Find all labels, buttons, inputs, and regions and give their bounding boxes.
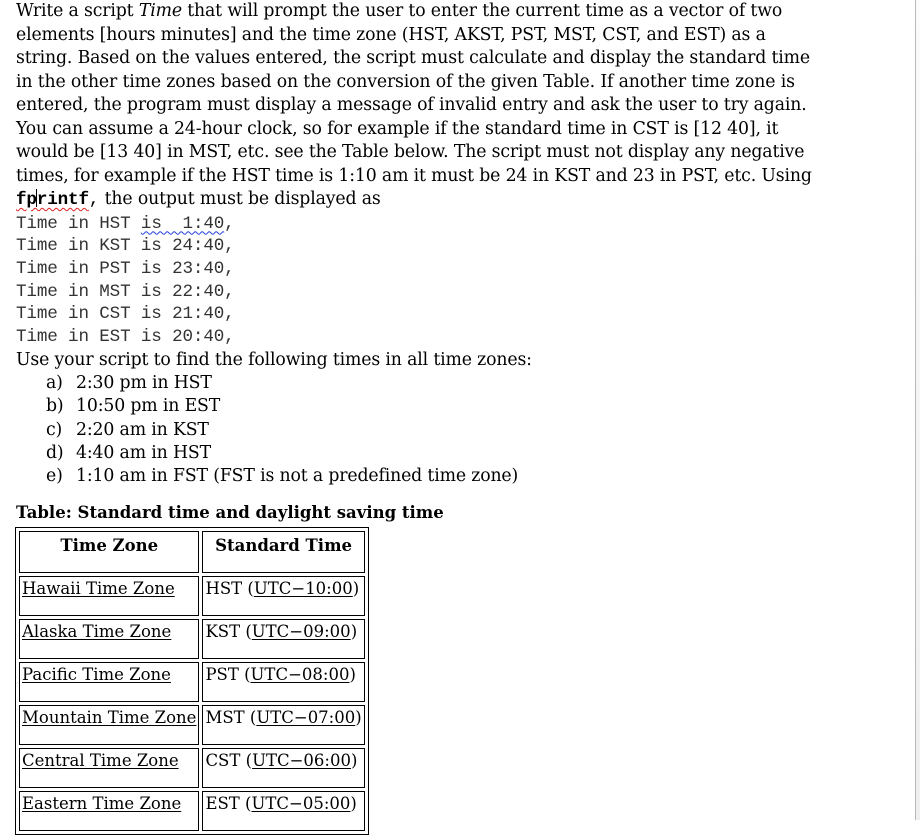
zone-abbr: KST ( xyxy=(205,622,252,641)
text-line: fprintf, the output must be displayed as xyxy=(16,188,816,213)
text-line: elements [hours minutes] and the time zo… xyxy=(16,24,766,45)
code-line: Time in HST is 1:40, xyxy=(16,213,816,236)
text-segment: ) xyxy=(349,665,356,684)
script-name: Time xyxy=(138,1,182,21)
utc-link[interactable]: UTC−07:00 xyxy=(256,708,355,727)
text-segment: , xyxy=(224,213,235,234)
list-marker: e) xyxy=(46,466,63,487)
standard-time-cell: HST (UTC−10:00) xyxy=(202,576,365,616)
list-item: a) 2:30 pm in HST xyxy=(46,372,816,395)
zone-abbr: PST ( xyxy=(205,665,251,684)
zone-abbr: CST ( xyxy=(205,751,253,770)
list-item-text: 4:40 am in HST xyxy=(76,443,211,464)
code-line: Time in EST is 20:40, xyxy=(16,326,235,347)
problem-statement: Write a script Time that will prompt the… xyxy=(16,0,816,213)
list-item: c) 2:20 am in KST xyxy=(46,419,816,442)
standard-time-cell: MST (UTC−07:00) xyxy=(202,705,365,745)
table-header-row: Time Zone Standard Time xyxy=(19,531,365,573)
list-item: b) 10:50 pm in EST xyxy=(46,395,816,418)
text-segment: ) xyxy=(350,751,358,770)
list-item-text: 1:10 am in FST (FST is not a predefined … xyxy=(76,466,519,487)
list-item: d) 4:40 am in HST xyxy=(46,442,816,465)
code-line: Time in CST is 21:40, xyxy=(16,304,235,325)
utc-link[interactable]: UTC−05:00 xyxy=(251,794,350,813)
zone-link[interactable]: Mountain Time Zone xyxy=(22,708,196,727)
zone-abbr: HST ( xyxy=(205,579,254,598)
text-line: string. Based on the values entered, the… xyxy=(16,48,810,68)
task-list: a) 2:30 pm in HST b) 10:50 pm in EST c) 2:2… xyxy=(16,372,816,488)
zone-cell: Eastern Time Zone xyxy=(19,791,200,831)
document-body[interactable]: Write a script Time that will prompt the… xyxy=(16,0,816,489)
utc-link[interactable]: UTC−09:00 xyxy=(252,622,351,641)
list-item-text: 10:50 pm in EST xyxy=(76,396,221,417)
table-caption: Table: Standard time and daylight saving… xyxy=(16,503,444,522)
code-line: Time in KST is 24:40, xyxy=(16,236,235,257)
list-marker: b) xyxy=(46,396,64,417)
zone-abbr: EST ( xyxy=(205,794,252,813)
standard-time-cell: EST (UTC−05:00) xyxy=(202,791,365,831)
text-segment: ) xyxy=(350,794,357,813)
standard-time-cell: CST (UTC−06:00) xyxy=(202,748,365,788)
zone-cell: Central Time Zone xyxy=(19,748,200,788)
table-row: Eastern Time Zone EST (UTC−05:00) xyxy=(19,791,365,831)
text-line: in the other time zones based on the con… xyxy=(16,71,795,92)
text-segment: ) xyxy=(350,622,358,641)
header-standard-time: Standard Time xyxy=(202,531,365,573)
zone-abbr: MST ( xyxy=(205,708,257,727)
text-line: entered, the program must display a mess… xyxy=(16,95,807,115)
zone-link[interactable]: Eastern Time Zone xyxy=(22,794,181,813)
zone-cell: Mountain Time Zone xyxy=(19,705,200,745)
fprintf-keyword[interactable]: fprintf xyxy=(16,189,89,210)
text-segment: the output must be displayed as xyxy=(99,189,381,209)
page-gutter xyxy=(916,0,920,820)
list-marker: d) xyxy=(46,443,64,464)
text-segment: ) xyxy=(352,579,360,598)
zone-cell: Pacific Time Zone xyxy=(19,662,200,702)
time-zone-table: Time Zone Standard Time Hawaii Time Zone… xyxy=(15,527,369,835)
example-output-block: Time in HST is 1:40, Time in KST is 24:4… xyxy=(16,213,816,349)
code-line: Time in MST is 22:40, xyxy=(16,281,235,302)
list-item-text: 2:20 am in KST xyxy=(76,419,209,440)
text-segment: , xyxy=(88,190,100,210)
utc-link[interactable]: UTC−10:00 xyxy=(254,579,353,598)
text-line: would be [13 40] in MST, etc. see the Ta… xyxy=(16,142,805,162)
grammar-flagged-text[interactable]: is 1:40 xyxy=(141,214,224,234)
list-marker: c) xyxy=(46,419,63,440)
zone-cell: Alaska Time Zone xyxy=(19,619,200,659)
list-marker: a) xyxy=(46,373,63,394)
table-row: Central Time Zone CST (UTC−06:00) xyxy=(19,748,365,788)
text-segment: rintf xyxy=(36,190,89,210)
zone-link[interactable]: Central Time Zone xyxy=(22,751,179,770)
header-time-zone: Time Zone xyxy=(19,531,200,573)
table-row: Mountain Time Zone MST (UTC−07:00) xyxy=(19,705,365,745)
utc-link[interactable]: UTC−06:00 xyxy=(252,751,351,770)
text-segment: Write a script xyxy=(16,1,139,21)
tasks-intro: Use your script to find the following ti… xyxy=(16,349,816,373)
text-line: times, for example if the HST time is 1:… xyxy=(16,165,812,186)
zone-link[interactable]: Alaska Time Zone xyxy=(22,622,171,641)
text-line: You can assume a 24-hour clock, so for e… xyxy=(16,118,779,139)
text-segment: ) xyxy=(355,708,362,727)
table-row: Pacific Time Zone PST (UTC−08:00) xyxy=(19,662,365,702)
text-segment: fp xyxy=(16,190,37,210)
table-row: Alaska Time Zone KST (UTC−09:00) xyxy=(19,619,365,659)
text-line: Use your script to find the following ti… xyxy=(16,349,532,370)
text-segment: Time in HST xyxy=(16,213,141,234)
zone-link[interactable]: Pacific Time Zone xyxy=(22,665,171,684)
zone-cell: Hawaii Time Zone xyxy=(19,576,200,616)
list-item: e) 1:10 am in FST (FST is not a predefine… xyxy=(46,465,816,488)
standard-time-cell: PST (UTC−08:00) xyxy=(202,662,365,702)
text-segment: that will prompt the user to enter the c… xyxy=(181,1,783,21)
code-line: Time in PST is 23:40, xyxy=(16,258,235,279)
table-row: Hawaii Time Zone HST (UTC−10:00) xyxy=(19,576,365,616)
zone-link[interactable]: Hawaii Time Zone xyxy=(22,579,175,598)
utc-link[interactable]: UTC−08:00 xyxy=(251,665,350,684)
text-line: Write a script Time that will prompt the… xyxy=(16,0,816,24)
standard-time-cell: KST (UTC−09:00) xyxy=(202,619,365,659)
list-item-text: 2:30 pm in HST xyxy=(76,373,212,394)
